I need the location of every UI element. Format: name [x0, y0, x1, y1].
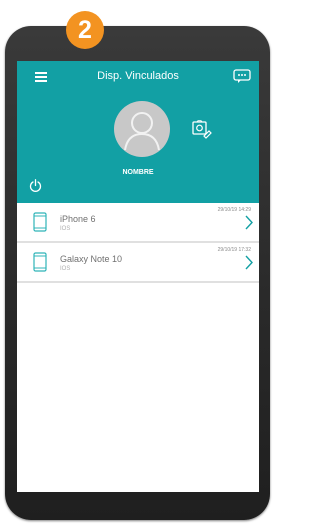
chevron-right-icon[interactable]: [245, 255, 253, 270]
device-date: 29/10/19 17:32: [217, 247, 251, 253]
device-date: 29/10/19 14:29: [217, 207, 251, 213]
device-name: iPhone 6: [60, 214, 96, 224]
chevron-right-icon[interactable]: [245, 215, 253, 230]
chat-icon[interactable]: [233, 69, 251, 83]
smartphone-icon: [33, 212, 47, 232]
device-row-galaxy-note-10[interactable]: Galaxy Note 10 IOS 29/10/19 17:32: [17, 243, 259, 283]
profile-header: Disp. Vinculados NOMBRE: [17, 61, 259, 203]
power-icon[interactable]: [29, 179, 42, 193]
device-os: IOS: [60, 266, 71, 272]
device-screen: Disp. Vinculados NOMBRE iPhone 6 IOS 29/…: [17, 61, 259, 492]
smartphone-icon: [33, 252, 47, 272]
user-name: NOMBRE: [122, 169, 154, 176]
device-row-iphone-6[interactable]: iPhone 6 IOS 29/10/19 14:29: [17, 203, 259, 243]
step-badge: 2: [66, 11, 104, 49]
device-os: IOS: [60, 226, 71, 232]
photo-edit-icon[interactable]: [191, 120, 213, 140]
device-name: Galaxy Note 10: [60, 254, 123, 264]
user-avatar-icon: [124, 112, 160, 151]
app-canvas: 2 Disp. Vinculados NOMBRE iPhone 6 IOS 2…: [0, 0, 275, 524]
avatar[interactable]: [114, 101, 170, 157]
page-title: Disp. Vinculados: [97, 70, 179, 82]
